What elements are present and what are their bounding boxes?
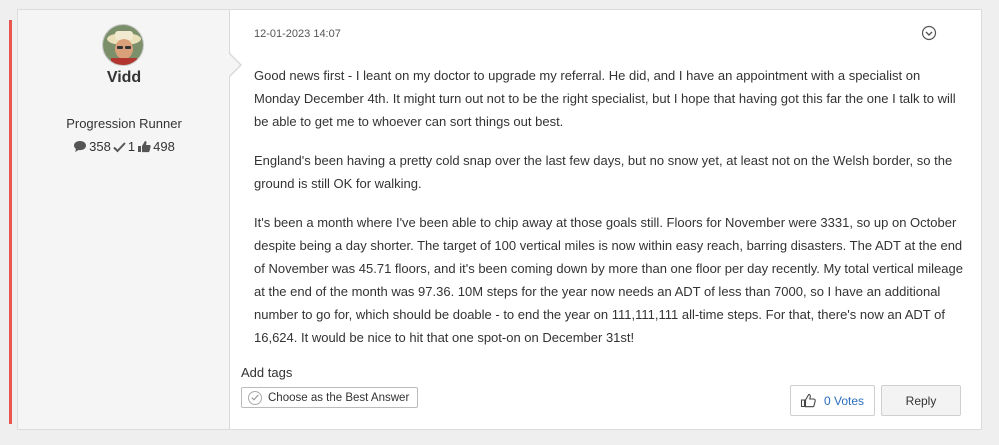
votes-button[interactable]: 0 Votes <box>790 385 875 416</box>
post-body: Good news first - I leant on my doctor t… <box>254 64 966 365</box>
author-name[interactable]: Vidd <box>18 69 230 87</box>
best-answer-label: Choose as the Best Answer <box>268 391 410 404</box>
author-rank: Progression Runner <box>66 116 182 131</box>
post-paragraph: Good news first - I leant on my doctor t… <box>254 68 956 129</box>
kudos-count: 498 <box>153 139 175 154</box>
checkmark-icon <box>113 141 126 152</box>
post-date: 12-01-2023 14:07 <box>254 28 341 40</box>
thumbs-up-icon <box>138 141 151 153</box>
kudos-stat: 498 <box>137 139 175 154</box>
accent-bar <box>9 20 12 424</box>
best-answer-button[interactable]: Choose as the Best Answer <box>241 387 419 408</box>
post-paragraph: England's been having a pretty cold snap… <box>254 153 953 191</box>
add-tags-link[interactable]: Add tags <box>241 365 292 380</box>
post-paragraph: It's been a month where I've been able t… <box>254 215 963 345</box>
solutions-count: 1 <box>127 139 136 154</box>
chevron-down-icon[interactable] <box>921 25 937 41</box>
check-circle-icon <box>248 390 262 405</box>
reply-button[interactable]: Reply <box>881 385 961 416</box>
pointer <box>229 54 240 76</box>
posts-stat: 358 <box>73 139 111 154</box>
comment-icon <box>74 141 87 152</box>
posts-count: 358 <box>89 139 111 154</box>
solutions-stat: 1 <box>113 139 135 154</box>
avatar[interactable] <box>102 24 144 66</box>
forum-post: Vidd Progression Runner 358 1 498 12-01-… <box>17 9 982 430</box>
author-stats: 358 1 498 <box>18 139 230 154</box>
thumbs-up-icon <box>800 393 816 408</box>
votes-label: 0 Votes <box>824 393 865 408</box>
author-panel: Vidd Progression Runner 358 1 498 <box>18 10 230 429</box>
